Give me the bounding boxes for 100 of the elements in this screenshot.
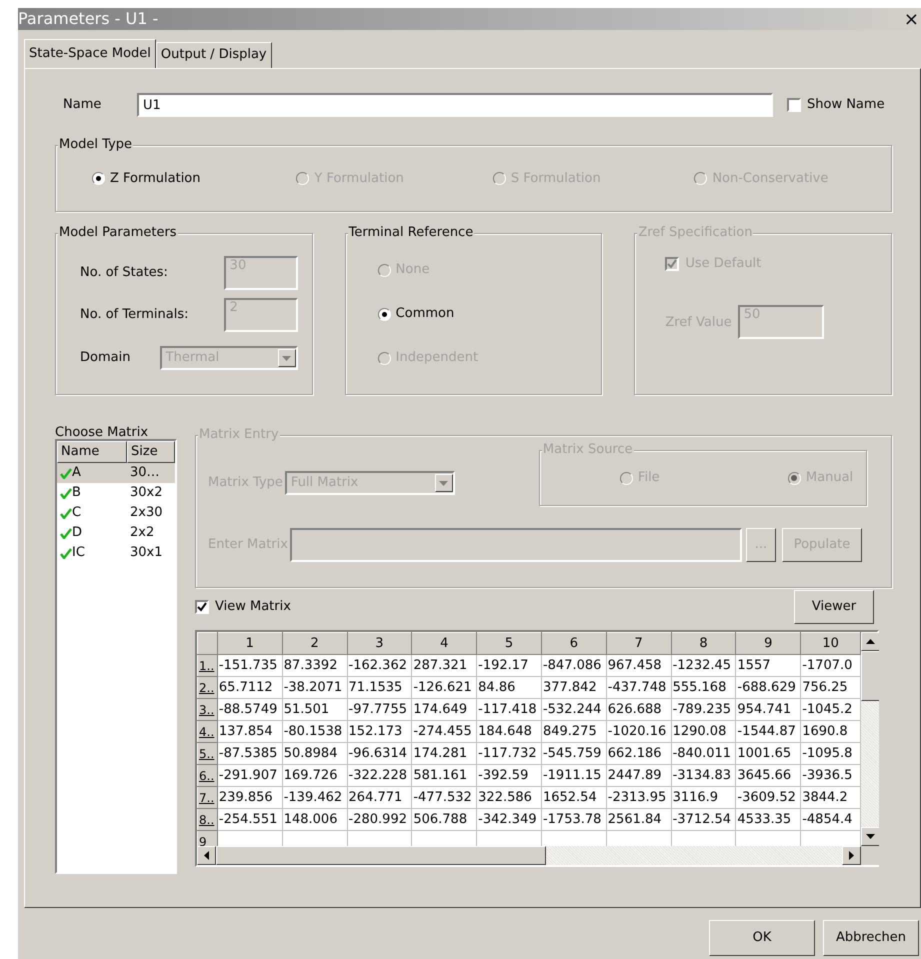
table-cell: 152.173 <box>347 720 412 742</box>
matrix-name: B <box>72 484 81 502</box>
table-cell: -96.6314 <box>347 742 412 764</box>
column-header[interactable]: 3 <box>347 632 412 654</box>
name-field[interactable]: U1 <box>137 93 773 117</box>
table-cell: -38.2071 <box>282 676 348 698</box>
horizontal-scrollbar[interactable] <box>197 846 861 865</box>
table-cell: -139.462 <box>282 786 348 808</box>
field-label: No. of States: <box>80 264 168 282</box>
table-cell: 137.854 <box>217 720 282 742</box>
scrollbar-thumb[interactable] <box>216 846 546 865</box>
table-cell: -342.349 <box>476 808 542 830</box>
column-header[interactable]: Size <box>127 441 175 463</box>
scroll-left-button[interactable] <box>197 846 216 865</box>
table-cell: 264.771 <box>347 786 412 808</box>
radio-button[interactable]: Z Formulation <box>92 168 296 188</box>
scrollbar-corner <box>861 846 879 865</box>
column-header[interactable]: 5 <box>476 632 542 654</box>
radio-icon[interactable] <box>92 172 105 185</box>
row-header[interactable]: 4.. <box>198 720 218 742</box>
radio-button[interactable]: Common <box>378 292 602 336</box>
checkbox[interactable]: Show Name <box>787 95 885 115</box>
scroll-down-button[interactable] <box>861 827 879 846</box>
cancel-button[interactable]: Abbrechen <box>823 920 919 956</box>
scroll-up-button[interactable] <box>861 632 879 651</box>
scroll-right-button[interactable] <box>842 846 861 865</box>
radio-icon[interactable] <box>620 472 633 484</box>
row-header[interactable]: 2.. <box>198 676 218 698</box>
table-cell: -437.748 <box>606 676 672 698</box>
table-cell: 662.186 <box>606 742 672 764</box>
table-cell: -477.532 <box>412 786 477 808</box>
table-cell: -1544.87 <box>736 720 801 742</box>
scrollbar-thumb[interactable] <box>861 651 879 701</box>
column-header[interactable]: 1 <box>217 632 282 654</box>
row-header[interactable]: 8.. <box>198 808 218 830</box>
table-cell: 1557 <box>736 654 801 676</box>
table-cell: -3712.54 <box>671 808 736 830</box>
table-cell: -322.228 <box>347 764 412 786</box>
table-cell: -1020.16 <box>606 720 672 742</box>
table-cell: -532.244 <box>541 698 606 720</box>
check-icon <box>60 548 72 558</box>
row-header[interactable]: 9 <box>198 830 218 846</box>
column-header[interactable]: Name <box>57 441 127 463</box>
column-header[interactable]: 6 <box>541 632 606 654</box>
list-item[interactable]: IC 30x1 <box>57 543 175 563</box>
list-item[interactable]: B 30x2 <box>57 483 175 503</box>
check-icon <box>60 488 72 498</box>
tab[interactable]: Output / Display <box>156 42 272 68</box>
check-icon <box>60 468 72 478</box>
tab[interactable]: State-Space Model <box>24 39 156 68</box>
column-header[interactable]: 10 <box>800 632 860 654</box>
table-cell: 2561.84 <box>606 808 672 830</box>
matrix-input-field[interactable] <box>290 528 742 562</box>
matrix-name: A <box>72 464 81 482</box>
dropdown-button[interactable] <box>434 474 453 492</box>
field-label: No. of Terminals: <box>80 306 188 324</box>
radio-icon[interactable] <box>378 308 391 320</box>
viewer-button[interactable]: Viewer <box>794 590 874 624</box>
table-cell: -545.759 <box>541 742 606 764</box>
field-label: Domain <box>80 349 130 368</box>
column-header[interactable]: 4 <box>412 632 477 654</box>
table-cell: 377.842 <box>541 676 606 698</box>
checkbox[interactable]: View Matrix <box>195 597 291 617</box>
column-header[interactable]: 8 <box>671 632 736 654</box>
table-cell: 174.649 <box>412 698 477 720</box>
table-cell: -1232.45 <box>671 654 736 676</box>
table-cell: -192.17 <box>476 654 542 676</box>
table-cell: -3134.83 <box>671 764 736 786</box>
vertical-scrollbar[interactable] <box>861 632 879 846</box>
table-cell: -3609.52 <box>736 786 801 808</box>
table-cell: 84.86 <box>476 676 542 698</box>
dropdown-button[interactable] <box>278 349 296 367</box>
table-cell: -2313.95 <box>606 786 672 808</box>
column-header[interactable]: 2 <box>282 632 348 654</box>
row-header[interactable]: 3.. <box>198 698 218 720</box>
table-cell: 581.161 <box>412 764 477 786</box>
table-cell: 1001.65 <box>736 742 801 764</box>
radio-icon[interactable] <box>788 472 801 484</box>
matrix-size: 30… <box>129 464 160 482</box>
ok-button[interactable]: OK <box>709 920 815 956</box>
table-cell: -80.1538 <box>282 720 348 742</box>
column-header[interactable]: 9 <box>736 632 801 654</box>
matrix-size: 30x1 <box>129 544 163 562</box>
table-cell: 626.688 <box>606 698 672 720</box>
row-header[interactable]: 5.. <box>198 742 218 764</box>
close-button[interactable]: × <box>904 6 921 32</box>
table-cell: 849.275 <box>541 720 606 742</box>
list-item[interactable]: D 2x2 <box>57 523 175 543</box>
row-header[interactable]: 7.. <box>198 786 218 808</box>
row-header[interactable]: 6.. <box>198 764 218 786</box>
column-header[interactable]: 7 <box>606 632 672 654</box>
triangle-icon <box>849 851 854 860</box>
row-header[interactable]: 1.. <box>198 654 218 676</box>
caret-icon <box>282 356 292 360</box>
list-item[interactable]: A 30… <box>57 463 175 483</box>
table-cell: -254.551 <box>217 808 282 830</box>
table-cell: -1753.78 <box>541 808 606 830</box>
table-cell: -97.7755 <box>347 698 412 720</box>
list-item[interactable]: C 2x30 <box>57 503 175 523</box>
table-cell: 1290.08 <box>671 720 736 742</box>
